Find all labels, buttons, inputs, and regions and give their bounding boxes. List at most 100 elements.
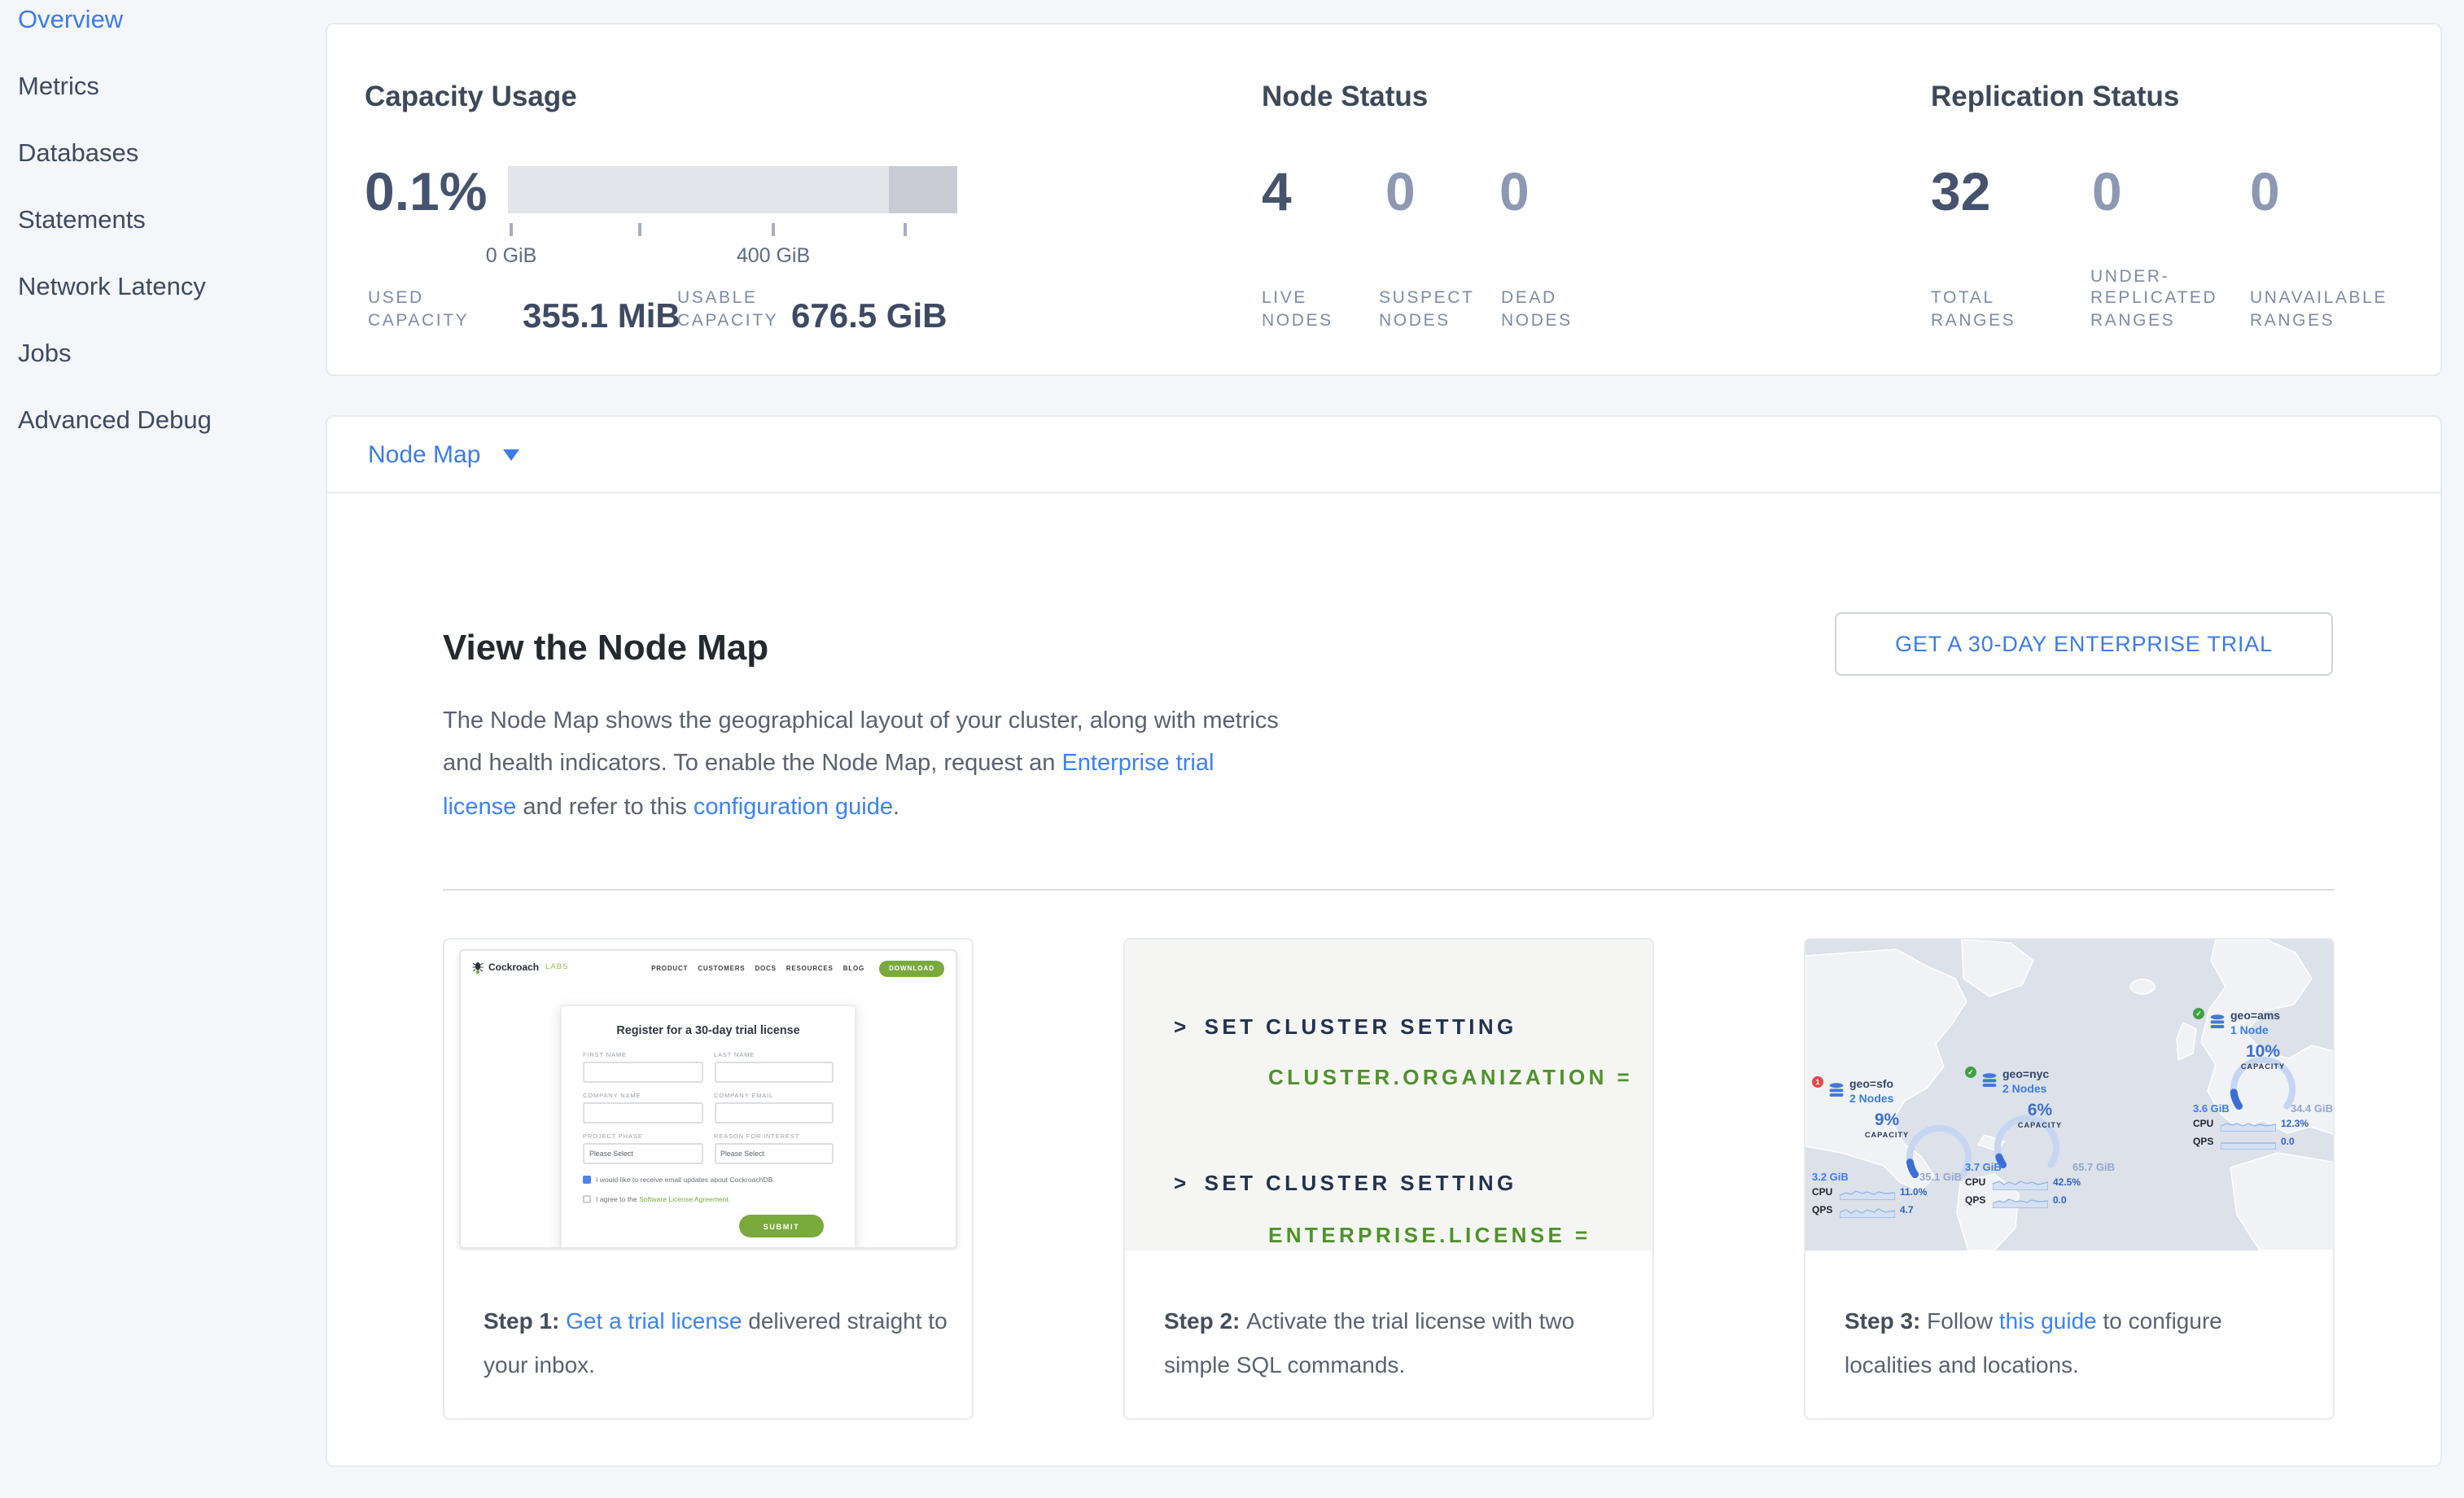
node-map-dropdown-label: Node Map <box>368 440 480 468</box>
step1-card: Cockroach LABS PRODUCT CUSTOMERS DOCS RE… <box>443 938 974 1420</box>
replication-status-title: Replication Status <box>1931 80 2179 114</box>
field-label: COMPANY EMAIL <box>714 1093 834 1099</box>
registration-site-thumbnail: Cockroach LABS PRODUCT CUSTOMERS DOCS RE… <box>459 949 957 1249</box>
usable-capacity-value: 676.5 GiB <box>791 298 947 337</box>
step1-screenshot: Cockroach LABS PRODUCT CUSTOMERS DOCS RE… <box>444 940 972 1251</box>
svg-text:10%: 10% <box>2246 1041 2280 1060</box>
checkbox-checked-icon <box>583 1176 591 1184</box>
database-icon <box>2209 1014 2225 1031</box>
qps-value: 0.0 <box>2281 1137 2295 1147</box>
svg-text:6%: 6% <box>2028 1100 2053 1119</box>
step3-text: Follow <box>1927 1307 1999 1334</box>
sidebar-item-advanced-debug[interactable]: Advanced Debug <box>0 409 326 435</box>
database-icon <box>1828 1083 1845 1099</box>
used-capacity: 3.2 GiB <box>1812 1172 1849 1183</box>
site-nav-item: DOCS <box>755 964 776 972</box>
select-field: Please Select <box>714 1143 834 1164</box>
locality-node-count: 2 Nodes <box>1849 1094 1893 1109</box>
step2-prefix: Step 2: <box>1164 1307 1246 1334</box>
under-replicated-ranges-label: UNDER-REPLICATED RANGES <box>2090 266 2260 332</box>
site-download-button: DOWNLOAD <box>879 960 944 976</box>
capacity-percent: 0.1% <box>365 161 487 223</box>
sidebar-item-jobs[interactable]: Jobs <box>0 342 326 368</box>
locality-node-count: 2 Nodes <box>2002 1084 2049 1099</box>
cluster-summary-card: Capacity Usage 0.1% 0 GiB 400 GiB USED C… <box>326 23 2442 376</box>
site-nav: PRODUCT CUSTOMERS DOCS RESOURCES BLOG <box>651 964 864 972</box>
cpu-value: 12.3% <box>2281 1120 2309 1130</box>
field-label: COMPANY NAME <box>583 1093 702 1099</box>
capacity-bar <box>508 166 957 213</box>
usable-capacity-label: USABLE CAPACITY <box>677 288 785 332</box>
node-map-dropdown[interactable]: Node Map <box>368 440 519 468</box>
qps-sparkline <box>1840 1204 1895 1217</box>
total-ranges-label: TOTAL RANGES <box>1931 288 2048 332</box>
node-map-thumbnail: 1 geo=sfo2 Nodes 9% CAPACITY 3.2 GiB35.1… <box>1805 940 2333 1251</box>
locality-node-count: 1 Node <box>2230 1026 2280 1040</box>
get-trial-license-link[interactable]: Get a trial license <box>566 1307 742 1334</box>
ok-badge-icon: ✓ <box>1965 1067 1976 1078</box>
field-label: LAST NAME <box>714 1052 834 1058</box>
field-label: FIRST NAME <box>583 1052 702 1058</box>
sidebar-item-network-latency[interactable]: Network Latency <box>0 275 326 301</box>
svg-text:9%: 9% <box>1875 1110 1900 1128</box>
dead-nodes-value: 0 <box>1499 161 1530 223</box>
live-nodes-value: 4 <box>1262 161 1292 223</box>
software-license-link: Software License Agreement. <box>639 1195 730 1203</box>
step2-card: >SET CLUSTER SETTING CLUSTER.ORGANIZATIO… <box>1123 938 1654 1420</box>
used-capacity: 3.6 GiB <box>2193 1103 2230 1115</box>
sidebar-item-databases[interactable]: Databases <box>0 142 326 168</box>
node-map-description: The Node Map shows the geographical layo… <box>443 699 1283 829</box>
text-field <box>583 1062 702 1083</box>
unavailable-ranges-value: 0 <box>2250 161 2280 223</box>
section-divider <box>443 889 2335 891</box>
site-nav-item: CUSTOMERS <box>698 964 745 972</box>
page-title: View the Node Map <box>443 628 768 670</box>
capacity-tick <box>510 223 512 236</box>
qps-value: 4.7 <box>1900 1206 1914 1215</box>
locality-name: geo=nyc <box>2002 1070 2049 1084</box>
sidebar-item-overview[interactable]: Overview <box>0 8 326 34</box>
cpu-sparkline <box>1993 1177 2048 1190</box>
database-icon <box>1981 1073 1998 1089</box>
this-guide-link[interactable]: this guide <box>1999 1307 2097 1334</box>
get-enterprise-trial-button[interactable]: GET A 30-DAY ENTERPRISE TRIAL <box>1835 612 2333 676</box>
capacity-tick <box>904 223 906 236</box>
site-logo-labs: LABS <box>545 964 569 972</box>
description-text: and refer to this <box>516 794 694 820</box>
under-replicated-ranges-value: 0 <box>2092 161 2122 223</box>
svg-text:CAPACITY: CAPACITY <box>2241 1062 2285 1070</box>
site-nav-item: PRODUCT <box>651 964 688 972</box>
site-nav-item: BLOG <box>843 964 864 972</box>
qps-value: 0.0 <box>2053 1196 2067 1206</box>
sql-line-arg: CLUSTER.ORGANIZATION = <box>1268 1065 1633 1089</box>
node-map-body: View the Node Map The Node Map shows the… <box>327 493 2440 1465</box>
capacity-tick <box>772 223 774 236</box>
svg-text:CAPACITY: CAPACITY <box>2018 1120 2062 1128</box>
total-capacity: 35.1 GiB <box>1919 1172 1962 1183</box>
chevron-down-icon <box>503 449 519 460</box>
capacity-bar-other-segment <box>889 166 957 213</box>
checkbox-label: I agree to the Software License Agreemen… <box>596 1195 730 1203</box>
configuration-guide-link[interactable]: configuration guide <box>694 794 893 820</box>
capacity-gauge: 10% CAPACITY <box>2211 1040 2315 1102</box>
steps-row: Cockroach LABS PRODUCT CUSTOMERS DOCS RE… <box>443 938 2335 1420</box>
node-status-title: Node Status <box>1262 80 1428 114</box>
field-label: REASON FOR INTEREST <box>714 1133 834 1140</box>
suspect-nodes-label: SUSPECT NODES <box>1379 288 1506 332</box>
sidebar-item-metrics[interactable]: Metrics <box>0 75 326 101</box>
locality-name: geo=sfo <box>1849 1080 1893 1094</box>
sidebar-item-statements[interactable]: Statements <box>0 208 326 234</box>
site-logo-text: Cockroach <box>488 963 539 973</box>
unavailable-ranges-label: UNAVAILABLE RANGES <box>2250 288 2429 332</box>
cpu-value: 11.0% <box>1900 1189 1927 1198</box>
node-map-header: Node Map <box>327 417 2440 493</box>
admin-ui-page: Overview Metrics Databases Statements Ne… <box>0 0 2464 1490</box>
text-field <box>714 1062 834 1083</box>
step3-card: 1 geo=sfo2 Nodes 9% CAPACITY 3.2 GiB35.1… <box>1804 938 2335 1420</box>
sql-line-arg: ENTERPRISE.LICENSE = <box>1268 1223 1591 1247</box>
total-capacity: 65.7 GiB <box>2072 1162 2115 1173</box>
capacity-tick-label-mid: 400 GiB <box>737 244 810 267</box>
site-nav-item: RESOURCES <box>786 964 834 972</box>
sidebar: Overview Metrics Databases Statements Ne… <box>0 0 326 1498</box>
license-agreement-checkbox-row: I agree to the Software License Agreemen… <box>583 1195 834 1203</box>
